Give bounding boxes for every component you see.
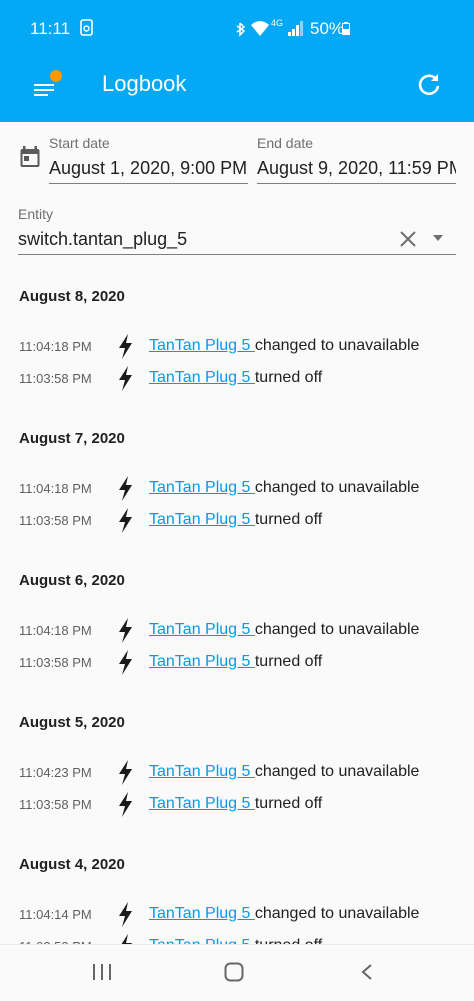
log-entry: 11:04:23 PM TanTan Plug 5 changed to unav… (0, 757, 474, 787)
signal-icon (288, 21, 303, 36)
menu-icon (34, 84, 54, 96)
clear-icon[interactable] (398, 229, 418, 249)
entity-link[interactable]: TanTan Plug 5 (149, 621, 255, 638)
refresh-icon[interactable] (412, 68, 446, 102)
end-date-value[interactable]: August 9, 2020, 11:59 PM (257, 156, 456, 180)
start-date-field[interactable]: Start date August 1, 2020, 9:00 PM (49, 135, 248, 184)
flash-icon (117, 508, 134, 533)
page-title: Logbook (102, 71, 187, 96)
flash-icon (117, 650, 134, 675)
log-entry: 11:03:58 PM TanTan Plug 5 turned off (0, 505, 474, 535)
log-entry: 11:03:58 PM TanTan Plug 5 turned off (0, 363, 474, 393)
notification-dot (50, 70, 62, 82)
entry-time: 11:04:18 PM (19, 481, 92, 496)
entity-picker[interactable]: Entity switch.tantan_plug_5 (18, 206, 456, 255)
end-date-field[interactable]: End date August 9, 2020, 11:59 PM (257, 135, 456, 184)
entry-time: 11:03:58 PM (19, 797, 92, 812)
flash-icon (117, 792, 134, 817)
entry-text: changed to unavailable (254, 337, 420, 354)
entry-text: turned off (254, 795, 323, 812)
back-icon[interactable] (360, 963, 374, 981)
status-bar: 11:11 4G 50% (0, 0, 474, 58)
log-entry: 11:04:14 PM TanTan Plug 5 changed to unav… (0, 899, 474, 929)
entity-link[interactable]: TanTan Plug 5 (149, 653, 255, 670)
entry-time: 11:04:18 PM (19, 339, 92, 354)
entry-message: TanTan Plug 5 turned off (149, 367, 322, 389)
log-entry: 11:03:58 PM TanTan Plug 5 turned off (0, 647, 474, 677)
day-header: August 6, 2020 (19, 572, 125, 589)
menu-button[interactable] (28, 68, 72, 112)
entry-text: changed to unavailable (254, 621, 420, 638)
start-date-value[interactable]: August 1, 2020, 9:00 PM (49, 156, 248, 180)
entity-label: Entity (18, 206, 54, 222)
entry-time: 11:04:14 PM (19, 907, 92, 922)
log-entry: 11:04:18 PM TanTan Plug 5 changed to unav… (0, 331, 474, 361)
bluetooth-icon (236, 22, 246, 37)
entity-underline (18, 254, 456, 255)
end-date-label: End date (257, 135, 314, 151)
entry-time: 11:04:23 PM (19, 765, 92, 780)
flash-icon (117, 366, 134, 391)
entry-time: 11:03:58 PM (19, 655, 92, 670)
recent-apps-icon[interactable] (92, 963, 112, 981)
end-date-underline (257, 183, 456, 184)
entity-link[interactable]: TanTan Plug 5 (149, 763, 255, 780)
entry-message: TanTan Plug 5 changed to unavailable (149, 335, 419, 357)
entry-time: 11:04:18 PM (19, 623, 92, 638)
entity-link[interactable]: TanTan Plug 5 (149, 337, 255, 354)
status-time: 11:11 (30, 19, 71, 38)
day-header: August 8, 2020 (19, 288, 125, 305)
entry-message: TanTan Plug 5 changed to unavailable (149, 903, 419, 925)
entry-text: changed to unavailable (254, 763, 420, 780)
entry-time: 11:03:58 PM (19, 513, 92, 528)
network-type: 4G (271, 18, 284, 28)
entry-text: turned off (254, 511, 323, 528)
home-icon[interactable] (224, 962, 244, 982)
entry-time: 11:03:58 PM (19, 371, 92, 386)
app-bar: Logbook (0, 58, 474, 122)
start-date-underline (49, 183, 248, 184)
log-entry: 11:04:18 PM TanTan Plug 5 changed to unav… (0, 473, 474, 503)
flash-icon (117, 618, 134, 643)
entry-message: TanTan Plug 5 changed to unavailable (149, 477, 419, 499)
entity-link[interactable]: TanTan Plug 5 (149, 905, 255, 922)
battery-percent: 50% (310, 19, 345, 38)
flash-icon (117, 902, 134, 927)
wifi-icon (251, 21, 269, 36)
entry-message: TanTan Plug 5 changed to unavailable (149, 761, 419, 783)
notification-icon (80, 19, 93, 36)
start-date-label: Start date (49, 135, 110, 151)
log-entry: 11:03:58 PM TanTan Plug 5 turned off (0, 789, 474, 819)
log-entry: 11:04:18 PM TanTan Plug 5 changed to unav… (0, 615, 474, 645)
entry-message: TanTan Plug 5 turned off (149, 793, 322, 815)
entity-link[interactable]: TanTan Plug 5 (149, 479, 255, 496)
battery-icon (342, 22, 350, 35)
entry-text: turned off (254, 653, 323, 670)
flash-icon (117, 476, 134, 501)
entity-link[interactable]: TanTan Plug 5 (149, 795, 255, 812)
entity-input[interactable]: switch.tantan_plug_5 (18, 227, 388, 251)
entry-message: TanTan Plug 5 turned off (149, 651, 322, 673)
dropdown-arrow-icon[interactable] (431, 233, 445, 243)
entity-link[interactable]: TanTan Plug 5 (149, 369, 255, 386)
entry-text: changed to unavailable (254, 905, 420, 922)
day-header: August 4, 2020 (19, 856, 125, 873)
flash-icon (117, 334, 134, 359)
entry-message: TanTan Plug 5 changed to unavailable (149, 619, 419, 641)
system-nav-bar (0, 944, 474, 1001)
entry-message: TanTan Plug 5 turned off (149, 509, 322, 531)
calendar-icon (20, 146, 40, 167)
entry-text: changed to unavailable (254, 479, 420, 496)
entry-text: turned off (254, 369, 323, 386)
day-header: August 7, 2020 (19, 430, 125, 447)
entity-link[interactable]: TanTan Plug 5 (149, 511, 255, 528)
day-header: August 5, 2020 (19, 714, 125, 731)
flash-icon (117, 760, 134, 785)
